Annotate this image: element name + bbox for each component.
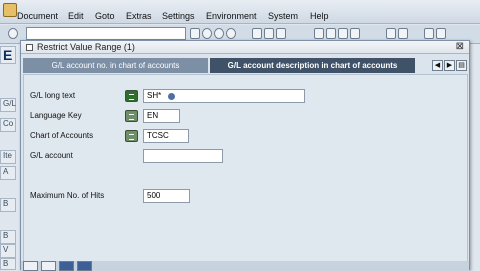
first-page-icon[interactable]: [314, 28, 324, 39]
save-icon[interactable]: [190, 28, 200, 39]
close-icon[interactable]: ⊠: [456, 41, 464, 52]
command-field[interactable]: [26, 27, 186, 40]
dialog-title: Restrict Value Range (1): [37, 42, 135, 52]
new-session-icon[interactable]: [386, 28, 396, 39]
background-label: B: [0, 198, 16, 212]
language-key-label: Language Key: [30, 111, 82, 120]
selection-option-icon[interactable]: [125, 90, 138, 102]
enter-icon[interactable]: [8, 28, 18, 39]
tab-gl-account-description[interactable]: G/L account description in chart of acco…: [210, 58, 415, 73]
gl-account-input[interactable]: [143, 149, 223, 163]
restrict-value-range-dialog: Restrict Value Range (1) ⊠ G/L account n…: [20, 40, 470, 271]
background-label: Co: [0, 118, 16, 132]
gl-account-label: G/L account: [30, 151, 73, 160]
selection-option-icon[interactable]: [125, 130, 138, 142]
selection-option-icon[interactable]: [125, 110, 138, 122]
find-next-icon[interactable]: [276, 28, 286, 39]
shortcut-icon[interactable]: [398, 28, 408, 39]
next-page-icon[interactable]: [338, 28, 348, 39]
dialog-titlebar[interactable]: Restrict Value Range (1) ⊠: [21, 41, 469, 54]
help-icon[interactable]: [424, 28, 434, 39]
background-label: Ite: [0, 150, 16, 164]
layout-menu-icon[interactable]: [436, 28, 446, 39]
menu-help[interactable]: Help: [310, 11, 329, 21]
last-page-icon[interactable]: [350, 28, 360, 39]
selection-panel: G/L long text SH* Language Key EN Chart …: [23, 74, 468, 262]
menu-settings[interactable]: Settings: [162, 11, 195, 21]
menu-edit[interactable]: Edit: [68, 11, 84, 21]
menu-system[interactable]: System: [268, 11, 298, 21]
tab-previous-icon[interactable]: ◀: [432, 60, 443, 71]
tab-strip: G/L account no. in chart of accounts G/L…: [23, 58, 468, 73]
background-label: B: [0, 230, 16, 244]
menu-extras[interactable]: Extras: [126, 11, 152, 21]
maximum-hits-label: Maximum No. of Hits: [30, 191, 105, 200]
menu-bar: Document Edit Goto Extras Settings Envir…: [0, 0, 480, 24]
tab-list-icon[interactable]: ▤: [456, 60, 467, 71]
menu-document[interactable]: Document: [17, 11, 58, 21]
background-title: E: [0, 46, 16, 64]
exit-icon[interactable]: [214, 28, 224, 39]
gl-long-text-input[interactable]: SH*: [143, 89, 305, 103]
cursor-icon: [168, 93, 175, 100]
language-key-input[interactable]: EN: [143, 109, 180, 123]
tab-gl-account-number[interactable]: G/L account no. in chart of accounts: [23, 58, 208, 73]
background-label: A: [0, 166, 16, 180]
menu-environment[interactable]: Environment: [206, 11, 257, 21]
maximum-hits-input[interactable]: 500: [143, 189, 190, 203]
back-icon[interactable]: [202, 28, 212, 39]
background-label: B: [0, 258, 16, 270]
find-icon[interactable]: [264, 28, 274, 39]
previous-page-icon[interactable]: [326, 28, 336, 39]
background-label: G/L: [0, 98, 16, 112]
gl-long-text-label: G/L long text: [30, 91, 76, 100]
window-icon: [26, 44, 33, 51]
menu-icon[interactable]: [3, 3, 17, 17]
menu-goto[interactable]: Goto: [95, 11, 115, 21]
cancel-icon[interactable]: [226, 28, 236, 39]
tab-next-icon[interactable]: ▶: [444, 60, 455, 71]
print-icon[interactable]: [252, 28, 262, 39]
chart-of-accounts-label: Chart of Accounts: [30, 131, 94, 140]
chart-of-accounts-input[interactable]: TCSC: [143, 129, 189, 143]
background-label: V: [0, 244, 16, 258]
gl-long-text-value: SH*: [147, 91, 162, 100]
